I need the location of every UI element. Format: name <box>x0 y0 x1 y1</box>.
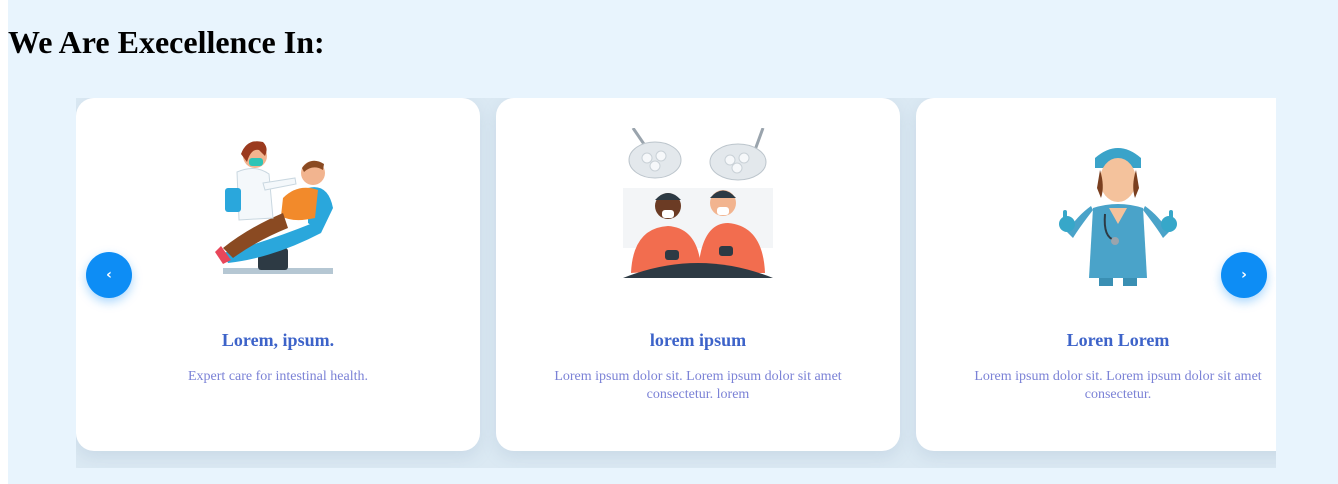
card-title: Loren Lorem <box>1066 330 1170 350</box>
card-description: Expert care for intestinal health. <box>188 369 368 384</box>
card-title: Lorem, ipsum. <box>221 330 335 350</box>
card-description: Lorem ipsum dolor sit. Lorem ipsum dolor… <box>974 369 1262 402</box>
chevron-left-icon: ‹ <box>106 267 112 283</box>
dentist-illustration-icon <box>215 141 333 274</box>
section-heading: We Are Execellence In: <box>8 24 325 60</box>
nurse-illustration-icon <box>1059 148 1177 286</box>
service-card: Lorem, ipsum. Expert care for intestinal… <box>76 98 480 451</box>
surgeons-illustration-icon <box>623 128 773 278</box>
services-carousel: Lorem, ipsum. Expert care for intestinal… <box>76 98 1276 468</box>
card-title: lorem ipsum <box>649 330 747 350</box>
carousel-prev-button[interactable]: ‹ <box>86 252 132 298</box>
service-card: lorem ipsum Lorem ipsum dolor sit. Lorem… <box>496 98 900 451</box>
page-section: We Are Execellence In: Lorem, ipsum. Exp… <box>8 0 1338 484</box>
card-description: Lorem ipsum dolor sit. Lorem ipsum dolor… <box>554 369 842 402</box>
carousel-next-button[interactable]: › <box>1221 252 1267 298</box>
chevron-right-icon: › <box>1241 267 1247 283</box>
